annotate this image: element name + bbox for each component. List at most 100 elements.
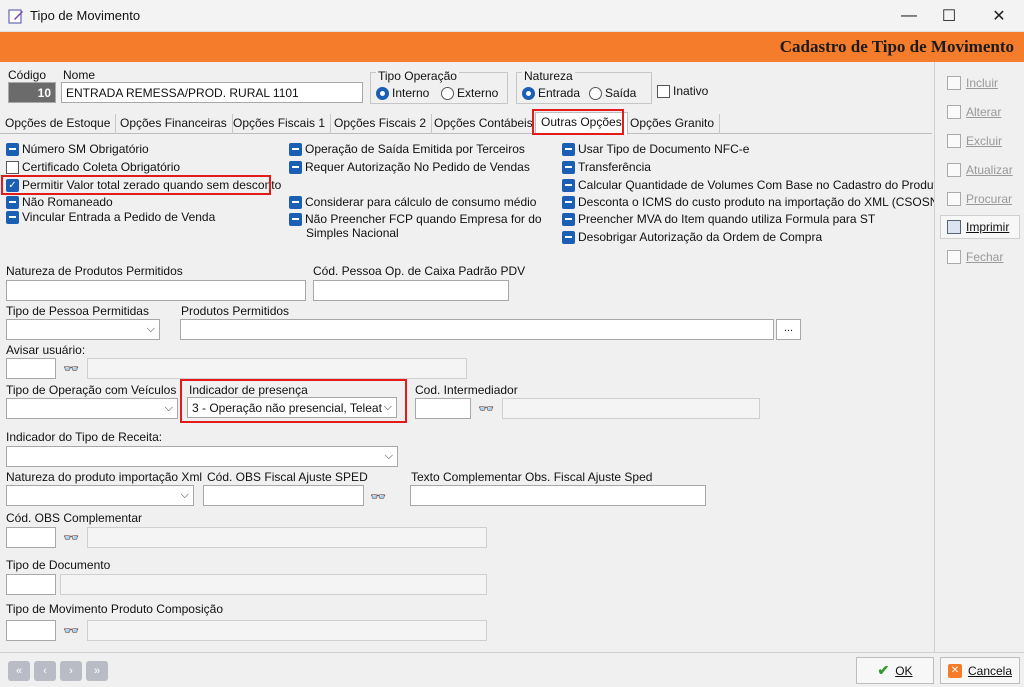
- cod-pessoa-caixa-input[interactable]: [313, 280, 509, 301]
- tipo-operacao-label: Tipo Operação: [376, 69, 459, 83]
- tipo-documento-desc: [60, 574, 487, 595]
- highlight-tab-box: [532, 109, 624, 135]
- option-operacao-saida-terceiros[interactable]: Operação de Saída Emitida por Terceiros: [289, 142, 525, 156]
- page-title: Cadastro de Tipo de Movimento: [779, 37, 1014, 56]
- cod-obs-complementar-input[interactable]: [6, 527, 56, 548]
- natureza-produtos-label: Natureza de Produtos Permitidos: [6, 264, 183, 278]
- natureza-import-select[interactable]: ⌵: [6, 485, 194, 506]
- delete-icon: [947, 134, 961, 148]
- binoculars-icon[interactable]: 👓: [63, 530, 79, 546]
- close-button[interactable]: ✕: [976, 0, 1022, 32]
- tipo-documento-label: Tipo de Documento: [6, 558, 111, 572]
- tipo-documento-input[interactable]: [6, 574, 56, 595]
- tipo-op-veiculos-label: Tipo de Operação com Veículos: [6, 383, 177, 397]
- incluir-button[interactable]: Incluir: [940, 71, 1020, 95]
- option-usar-nfce[interactable]: Usar Tipo de Documento NFC-e: [562, 142, 749, 156]
- procurar-button[interactable]: Procurar: [940, 187, 1020, 211]
- tab-opcoes-fiscais-1[interactable]: Opções Fiscais 1: [228, 114, 332, 134]
- cod-intermediador-input[interactable]: [415, 398, 471, 419]
- window-title: Tipo de Movimento: [30, 8, 141, 23]
- tab-opcoes-financeiras[interactable]: Opções Financeiras: [115, 114, 233, 134]
- next-record-icon[interactable]: ›: [60, 661, 82, 681]
- produtos-permitidos-input[interactable]: [180, 319, 774, 340]
- texto-complementar-label: Texto Complementar Obs. Fiscal Ajuste Sp…: [411, 470, 653, 484]
- last-record-icon[interactable]: »: [86, 661, 108, 681]
- natureza-import-label: Natureza do produto importação Xml: [6, 470, 203, 484]
- option-consumo-medio[interactable]: Considerar para cálculo de consumo médio: [289, 195, 536, 209]
- fechar-button[interactable]: Fechar: [940, 245, 1020, 269]
- externo-radio[interactable]: Externo: [441, 86, 498, 100]
- tipo-mov-composicao-desc: [87, 620, 487, 641]
- saida-radio[interactable]: Saída: [589, 86, 636, 100]
- header-banner: Cadastro de Tipo de Movimento: [0, 32, 1024, 62]
- chevron-down-icon: ⌵: [384, 450, 393, 462]
- natureza-produtos-input[interactable]: [6, 280, 306, 301]
- option-numero-sm[interactable]: Número SM Obrigatório: [6, 142, 149, 156]
- option-nao-preencher-fcp[interactable]: Não Preencher FCP quando Empresa for do: [289, 212, 542, 226]
- cancel-button[interactable]: ✕ Cancela: [940, 657, 1020, 684]
- binoculars-icon[interactable]: 👓: [478, 401, 494, 417]
- ok-button[interactable]: ✔ OK: [856, 657, 934, 684]
- edit-icon: [947, 105, 961, 119]
- avisar-usuario-label: Avisar usuário:: [6, 343, 86, 357]
- close-icon: [947, 250, 961, 264]
- tipo-op-veiculos-select[interactable]: ⌵: [6, 398, 178, 419]
- option-desconta-icms[interactable]: Desconta o ICMS do custo produto na impo…: [562, 195, 942, 209]
- natureza-label: Natureza: [522, 69, 575, 83]
- tipo-pessoa-label: Tipo de Pessoa Permitidas: [6, 304, 149, 318]
- binoculars-icon[interactable]: 👓: [63, 623, 79, 639]
- codigo-field[interactable]: 10: [8, 82, 56, 103]
- cod-intermediador-label: Cod. Intermediador: [415, 383, 518, 397]
- binoculars-icon[interactable]: 👓: [63, 361, 79, 377]
- binoculars-icon: [947, 192, 961, 206]
- tab-opcoes-fiscais-2[interactable]: Opções Fiscais 2: [329, 114, 433, 134]
- action-sidebar: Incluir Alterar Excluir Atualizar Procur…: [934, 62, 1024, 652]
- indicador-receita-select[interactable]: ⌵: [6, 446, 398, 467]
- produtos-browse-button[interactable]: ...: [776, 319, 801, 340]
- cod-obs-complementar-label: Cód. OBS Complementar: [6, 511, 143, 525]
- option-desobrigar-autorizacao[interactable]: Desobrigar Autorização da Ordem de Compr…: [562, 230, 822, 244]
- avisar-usuario-code[interactable]: [6, 358, 56, 379]
- inativo-checkbox[interactable]: Inativo: [657, 84, 708, 98]
- indicador-receita-label: Indicador do Tipo de Receita:: [6, 430, 163, 444]
- option-vincular-entrada[interactable]: Vincular Entrada a Pedido de Venda: [6, 210, 215, 224]
- cod-obs-complementar-desc: [87, 527, 487, 548]
- option-certificado-coleta[interactable]: Certificado Coleta Obrigatório: [6, 160, 180, 174]
- excluir-button[interactable]: Excluir: [940, 129, 1020, 153]
- highlight-option-box: [1, 175, 271, 195]
- option-requer-autorizacao[interactable]: Requer Autorização No Pedido de Vendas: [289, 160, 530, 174]
- option-nao-romaneado[interactable]: Não Romaneado: [6, 195, 113, 209]
- binoculars-icon[interactable]: 👓: [370, 489, 386, 505]
- tab-opcoes-granito[interactable]: Opções Granito: [625, 114, 721, 134]
- nome-field[interactable]: ENTRADA REMESSA/PROD. RURAL 1101: [61, 82, 363, 103]
- option-transferencia[interactable]: Transferência: [562, 160, 651, 174]
- tipo-mov-composicao-input[interactable]: [6, 620, 56, 641]
- option-nao-preencher-fcp-line2: Simples Nacional: [306, 226, 399, 240]
- highlight-presenca-box: [180, 379, 407, 423]
- maximize-button[interactable]: ☐: [926, 0, 972, 32]
- interno-radio[interactable]: Interno: [376, 86, 429, 100]
- option-preencher-mva[interactable]: Preencher MVA do Item quando utiliza For…: [562, 212, 875, 226]
- chevron-down-icon: ⌵: [164, 402, 173, 414]
- tipo-pessoa-select[interactable]: ⌵: [6, 319, 160, 340]
- imprimir-button[interactable]: Imprimir: [940, 215, 1020, 239]
- tab-opcoes-estoque[interactable]: Opções de Estoque: [0, 114, 117, 134]
- tab-strip: Opções de Estoque Opções Financeiras Opç…: [0, 112, 932, 135]
- option-calcular-volumes[interactable]: Calcular Quantidade de Volumes Com Base …: [562, 178, 944, 192]
- texto-complementar-input[interactable]: [410, 485, 706, 506]
- tab-opcoes-contabeis[interactable]: Opções Contábeis: [429, 114, 539, 134]
- app-edit-icon: [8, 8, 24, 24]
- nome-label: Nome: [63, 68, 96, 82]
- first-record-icon[interactable]: «: [8, 661, 30, 681]
- codigo-label: Código: [8, 68, 47, 82]
- printer-icon: [947, 220, 961, 234]
- refresh-icon: [947, 163, 961, 177]
- entrada-radio[interactable]: Entrada: [522, 86, 580, 100]
- cod-obs-fiscal-input[interactable]: [203, 485, 364, 506]
- previous-record-icon[interactable]: ‹: [34, 661, 56, 681]
- alterar-button[interactable]: Alterar: [940, 100, 1020, 124]
- chevron-down-icon: ⌵: [180, 489, 189, 501]
- check-icon: ✔: [877, 662, 890, 678]
- atualizar-button[interactable]: Atualizar: [940, 158, 1020, 182]
- footer-bar: « ‹ › » ✔ OK ✕ Cancela: [0, 652, 1024, 687]
